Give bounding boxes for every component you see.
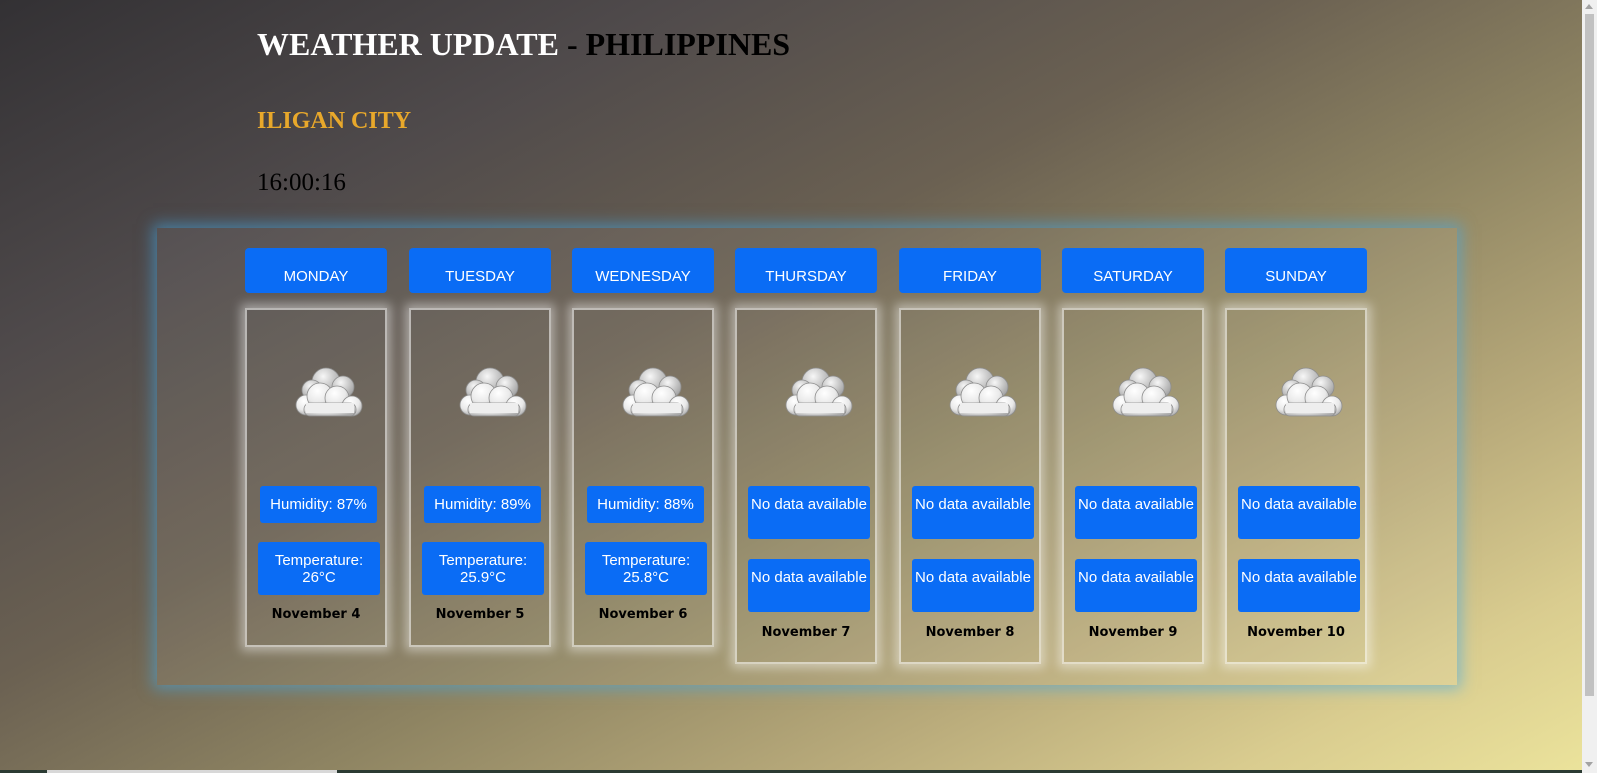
page-viewport: WEATHER UPDATE - PHILIPPINES ILIGAN CITY…	[0, 0, 1582, 773]
forecast-card-wednesday: Humidity: 88% Temperature: 25.8°C Novemb…	[572, 308, 714, 647]
temperature-box: Temperature: 26°C	[258, 542, 380, 595]
humidity-box: Humidity: 87%	[260, 486, 377, 523]
title-main: WEATHER UPDATE	[257, 26, 559, 62]
cloudy-icon	[459, 367, 527, 417]
forecast-card-tuesday: Humidity: 89% Temperature: 25.9°C Novemb…	[409, 308, 551, 647]
day-button-friday[interactable]: FRIDAY	[899, 248, 1041, 293]
forecast-card-friday: No data available No data available Nove…	[899, 308, 1041, 664]
temperature-box: No data available	[1075, 559, 1197, 612]
humidity-box: Humidity: 88%	[587, 486, 704, 523]
temperature-box: No data available	[748, 559, 870, 612]
forecast-card-saturday: No data available No data available Nove…	[1062, 308, 1204, 664]
forecast-date: November 8	[925, 625, 1015, 640]
city-name: ILIGAN CITY	[257, 108, 412, 134]
cloudy-icon	[295, 367, 363, 417]
forecast-date: November 6	[598, 607, 688, 622]
title-separator: -	[558, 26, 586, 62]
scrollbar-thumb[interactable]	[1585, 14, 1594, 696]
title-country: PHILIPPINES	[585, 26, 791, 62]
cloudy-icon	[1112, 367, 1180, 417]
humidity-box: No data available	[912, 486, 1034, 539]
humidity-box: No data available	[1075, 486, 1197, 539]
day-button-saturday[interactable]: SATURDAY	[1062, 248, 1204, 293]
humidity-box: No data available	[748, 486, 870, 539]
temperature-box: No data available	[912, 559, 1034, 612]
day-button-thursday[interactable]: THURSDAY	[735, 248, 877, 293]
forecast-card-sunday: No data available No data available Nove…	[1225, 308, 1367, 664]
humidity-box: Humidity: 89%	[424, 486, 541, 523]
cloudy-icon	[1275, 367, 1343, 417]
current-time: 16:00:16	[257, 169, 346, 196]
forecast-date: November 7	[761, 625, 851, 640]
day-button-wednesday[interactable]: WEDNESDAY	[572, 248, 714, 293]
cloudy-icon	[949, 367, 1017, 417]
forecast-date: November 5	[435, 607, 525, 622]
temperature-box: No data available	[1238, 559, 1360, 612]
page-title: WEATHER UPDATE - PHILIPPINES	[257, 26, 790, 63]
scroll-up-arrow-icon[interactable]	[1585, 4, 1593, 9]
forecast-date: November 10	[1247, 625, 1345, 640]
day-button-tuesday[interactable]: TUESDAY	[409, 248, 551, 293]
vertical-scrollbar[interactable]	[1582, 0, 1597, 773]
forecast-card-monday: Humidity: 87% Temperature: 26°C November…	[245, 308, 387, 647]
humidity-box: No data available	[1238, 486, 1360, 539]
forecast-date: November 4	[271, 607, 361, 622]
cloudy-icon	[785, 367, 853, 417]
temperature-box: Temperature: 25.8°C	[585, 542, 707, 595]
cloudy-icon	[622, 367, 690, 417]
forecast-date: November 9	[1088, 625, 1178, 640]
forecast-card-thursday: No data available No data available Nove…	[735, 308, 877, 664]
scroll-down-arrow-icon[interactable]	[1585, 762, 1593, 767]
temperature-box: Temperature: 25.9°C	[422, 542, 544, 595]
day-button-monday[interactable]: MONDAY	[245, 248, 387, 293]
day-button-sunday[interactable]: SUNDAY	[1225, 248, 1367, 293]
